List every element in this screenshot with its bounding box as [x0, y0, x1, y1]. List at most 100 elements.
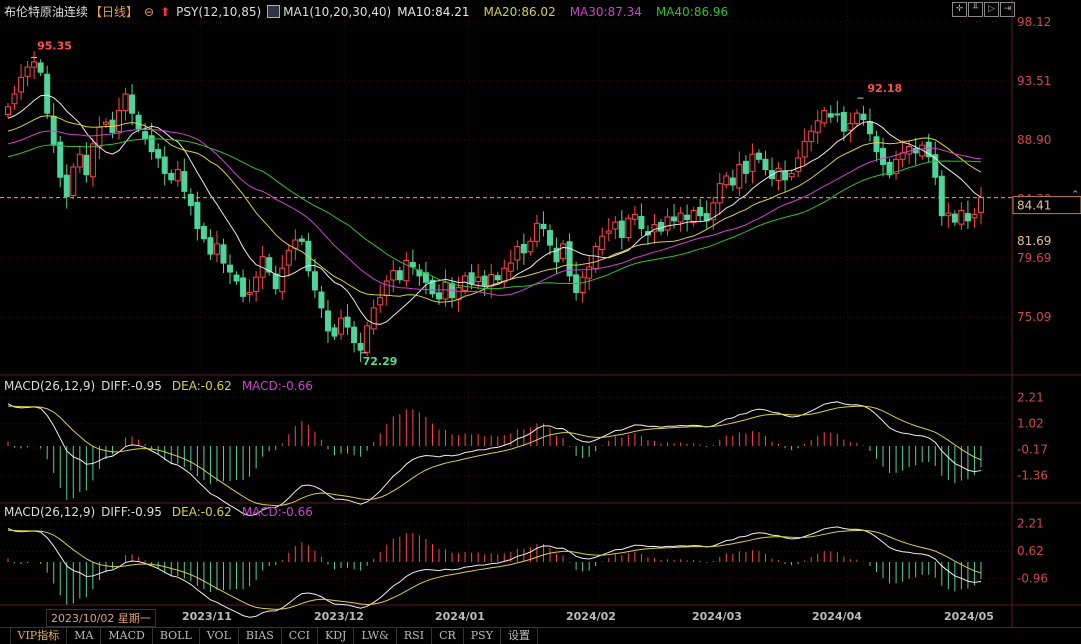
- tab-cci[interactable]: CCI: [282, 628, 318, 644]
- candle: [625, 214, 632, 242]
- candle: [684, 204, 691, 232]
- candle: [409, 249, 416, 275]
- candle: [292, 229, 299, 261]
- dea-line: [7, 529, 982, 610]
- macd-tick-label: 0.62: [1017, 544, 1044, 558]
- candle-body: [324, 310, 331, 332]
- price-annotation: 72.29: [363, 355, 398, 368]
- candle-body: [507, 262, 514, 272]
- candle-body: [298, 238, 305, 242]
- diff-line: [7, 401, 982, 517]
- zoom-icon[interactable]: ⊖: [144, 5, 154, 19]
- tab-vol[interactable]: VOL: [200, 628, 239, 644]
- candle-body: [24, 66, 31, 77]
- zoom-out-icon[interactable]: ▷: [984, 2, 999, 17]
- candle: [971, 208, 978, 228]
- candle: [194, 191, 201, 241]
- price-annotation: 95.35: [37, 39, 72, 52]
- candle-body: [31, 61, 38, 68]
- candle: [324, 300, 331, 344]
- candle-body: [958, 210, 965, 225]
- month-label: 2024/05: [944, 610, 994, 623]
- tab-boll[interactable]: BOLL: [153, 628, 200, 644]
- candle-body: [755, 152, 762, 160]
- candle-body: [827, 113, 834, 118]
- candle: [266, 253, 273, 276]
- dea-line: [7, 405, 982, 507]
- crosshair-icon[interactable]: ✛: [952, 2, 967, 17]
- ma30-line: [7, 128, 982, 296]
- candle: [50, 103, 57, 154]
- candle: [814, 110, 821, 145]
- candle-body: [586, 266, 593, 279]
- candle: [338, 309, 345, 340]
- candle-body: [44, 73, 51, 114]
- ma40-value: MA40:86.96: [655, 4, 729, 19]
- candle: [638, 203, 645, 237]
- tab-bias[interactable]: BIAS: [239, 628, 282, 644]
- candle-body: [227, 264, 234, 273]
- candle-body: [964, 213, 971, 222]
- candle: [560, 240, 567, 263]
- candle-body: [742, 160, 749, 174]
- tab-lw[interactable]: LW&: [354, 628, 397, 644]
- candle: [801, 128, 808, 165]
- move-right-icon[interactable]: ⇥: [1000, 2, 1015, 17]
- tab-vip[interactable]: VIP指标: [11, 628, 68, 644]
- candle-body: [762, 158, 769, 171]
- candle-body: [96, 126, 103, 148]
- tab-settings[interactable]: 设置: [501, 628, 538, 644]
- candlestick-chart[interactable]: 98.1293.5188.9084.3079.6975.0984.4181.69…: [0, 0, 1081, 643]
- tab-cr[interactable]: CR: [432, 628, 464, 644]
- candle: [612, 215, 619, 239]
- candle-body: [697, 206, 704, 217]
- candle: [827, 105, 834, 123]
- candle: [631, 205, 638, 226]
- candle: [31, 51, 38, 80]
- candle-body: [364, 325, 371, 353]
- candle-body: [240, 277, 247, 297]
- candle: [377, 284, 384, 313]
- macd-tick-label: 2.21: [1017, 517, 1044, 531]
- candle: [749, 143, 756, 184]
- price-tick-label: 98.12: [1017, 15, 1051, 29]
- zoom-in-icon[interactable]: ╨: [968, 2, 983, 17]
- tab-macd[interactable]: MACD: [101, 628, 153, 644]
- candle-body: [213, 243, 220, 255]
- candle: [736, 151, 743, 196]
- candle: [514, 240, 521, 270]
- tab-psy[interactable]: PSY: [464, 628, 501, 644]
- candle-body: [546, 230, 553, 246]
- tab-prev[interactable]: [0, 628, 11, 644]
- ma-chart-icon[interactable]: [267, 5, 281, 18]
- macd-tick-label: -1.36: [1017, 469, 1048, 483]
- tab-rsi[interactable]: RSI: [397, 628, 433, 644]
- candle-body: [11, 93, 18, 105]
- candle: [886, 158, 893, 179]
- candle: [364, 321, 371, 357]
- period-label[interactable]: 【日线】: [90, 3, 138, 20]
- ma20-value: MA20:86.02: [483, 4, 556, 19]
- candle-body: [938, 175, 945, 217]
- candle-body: [782, 170, 789, 181]
- candle-body: [18, 76, 25, 93]
- indicator-label[interactable]: PSY(12,10,85): [176, 5, 261, 19]
- candle-body: [775, 167, 782, 182]
- price-tick-label: 88.90: [1017, 133, 1051, 147]
- candle: [873, 130, 880, 162]
- candle: [501, 259, 508, 288]
- tab-ma[interactable]: MA: [67, 628, 102, 644]
- candle: [690, 206, 697, 227]
- candle: [63, 164, 70, 209]
- candle: [272, 265, 279, 295]
- candle-body: [736, 163, 743, 189]
- candle: [370, 299, 377, 335]
- macd-title: MACD(26,12,9): [4, 379, 96, 393]
- candle: [155, 143, 162, 169]
- candle: [951, 210, 958, 226]
- candle: [716, 172, 723, 215]
- candle-body: [625, 217, 632, 238]
- tab-kdj[interactable]: KDJ: [318, 628, 355, 644]
- candle: [664, 208, 671, 236]
- candle: [318, 285, 325, 318]
